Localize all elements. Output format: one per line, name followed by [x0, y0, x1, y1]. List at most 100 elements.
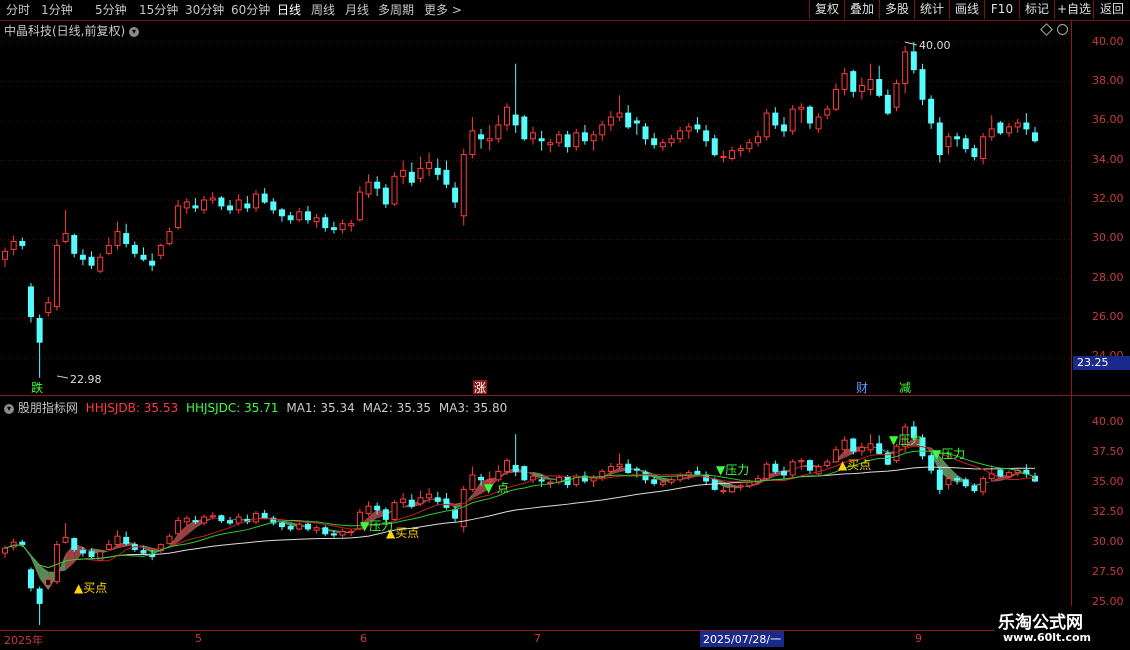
- signal-label: ▼压力: [716, 463, 749, 477]
- candle-body: [694, 124, 701, 130]
- candle-body: [10, 240, 17, 250]
- ind-candle-body: [980, 478, 987, 493]
- candle-body: [1023, 122, 1030, 130]
- candle-body: [478, 134, 485, 140]
- ind-candle-body: [382, 509, 389, 520]
- candle-body: [651, 138, 658, 146]
- signal-label: ▲买点: [74, 581, 107, 595]
- candle-body: [365, 181, 372, 195]
- candle-body: [902, 51, 909, 84]
- ind-candle-body: [45, 578, 52, 586]
- ind-candle-body: [478, 476, 485, 481]
- candle-body: [382, 187, 389, 205]
- ind-candle-body: [175, 520, 182, 535]
- ind-candle-body: [235, 516, 242, 524]
- ind-candle-body: [140, 550, 147, 554]
- ind-candle-body: [720, 490, 727, 493]
- candle-body: [400, 169, 407, 177]
- candle-body: [988, 128, 995, 138]
- ind-candle-body: [166, 535, 173, 544]
- candle-body: [919, 69, 926, 100]
- ind-candle-body: [2, 547, 8, 554]
- ind-candle-body: [815, 466, 822, 475]
- ind-candle-body: [659, 481, 666, 486]
- candle-body: [443, 169, 450, 185]
- candle-body: [45, 302, 52, 314]
- candle-body: [962, 138, 969, 150]
- candle-body: [71, 235, 78, 254]
- marker-zhang: 涨: [474, 380, 486, 395]
- ind-candle-body: [227, 520, 234, 524]
- ind-candle-body: [322, 527, 329, 535]
- ind-candle-body: [616, 463, 623, 468]
- ind-candle-body: [201, 516, 208, 524]
- ind-candle-body: [452, 509, 459, 519]
- kline-chart[interactable]: 跌涨财减40.0022.98▲买点▲买点▼压力▼ 点▼压力▲买点▼压力▼压力: [0, 0, 1130, 650]
- candle-body: [374, 181, 381, 189]
- ind-candle-body: [27, 569, 34, 589]
- candle-body: [616, 112, 623, 118]
- candle-body: [642, 126, 649, 140]
- candle-body: [408, 171, 415, 183]
- candle-body: [668, 138, 675, 144]
- candle-body: [841, 73, 848, 90]
- candle-body: [789, 108, 796, 132]
- ind-candle-body: [798, 460, 805, 463]
- ind-candle-body: [1006, 472, 1013, 477]
- ind-candle-body: [19, 541, 26, 546]
- candle-body: [512, 114, 519, 126]
- candle-body: [720, 156, 727, 159]
- ind-candle-body: [772, 463, 779, 472]
- candle-body: [685, 126, 692, 132]
- candle-body: [62, 233, 69, 242]
- candle-body: [755, 136, 762, 144]
- candle-body: [157, 244, 164, 256]
- candle-body: [2, 250, 8, 260]
- ind-candle-body: [780, 470, 787, 476]
- candle-body: [53, 244, 60, 308]
- high-pointer: [904, 41, 918, 46]
- watermark-title: 乐淘公式网: [998, 613, 1083, 633]
- candle-body: [746, 142, 753, 150]
- candle-body: [97, 256, 104, 272]
- candle-body: [625, 112, 632, 128]
- candle-body: [183, 201, 190, 209]
- signal-label: ▼压力: [889, 433, 922, 447]
- candle-body: [581, 132, 588, 142]
- ind-candle-body: [62, 536, 69, 543]
- candle-body: [105, 244, 112, 254]
- candle-body: [322, 217, 329, 229]
- candle-body: [729, 150, 736, 160]
- ind-candle-body: [651, 479, 658, 484]
- ind-candle-body: [521, 466, 528, 481]
- candle-body: [218, 197, 225, 207]
- candle-body: [850, 71, 857, 92]
- ind-candle-body: [997, 469, 1004, 477]
- ind-candle-body: [374, 505, 381, 511]
- candle-body: [235, 199, 242, 211]
- candle-body: [711, 138, 718, 156]
- ind-candle-body: [607, 466, 614, 472]
- ind-candle-body: [789, 461, 796, 476]
- ind-candle-body: [694, 470, 701, 475]
- candle-body: [737, 148, 744, 152]
- ind-candle-body: [962, 479, 969, 487]
- candle-body: [1014, 122, 1021, 128]
- ind-candle-body: [114, 535, 121, 546]
- candle-body: [867, 79, 874, 90]
- candle-body: [659, 142, 666, 148]
- ind-candle-body: [330, 533, 337, 536]
- low-label: 22.98: [70, 373, 102, 386]
- candle-body: [798, 106, 805, 110]
- candle-body: [607, 116, 614, 126]
- marker-cai: 财: [856, 381, 868, 395]
- ind-candle-body: [278, 522, 285, 528]
- high-label: 40.00: [919, 39, 951, 52]
- ind-candle-body: [417, 497, 424, 505]
- candle-body: [633, 120, 640, 124]
- signal-label: ▼压力: [360, 519, 393, 533]
- signal-label: ▲买点: [838, 458, 871, 472]
- candle-body: [599, 124, 606, 136]
- ind-candle-body: [218, 515, 225, 522]
- ind-candle-body: [400, 498, 407, 504]
